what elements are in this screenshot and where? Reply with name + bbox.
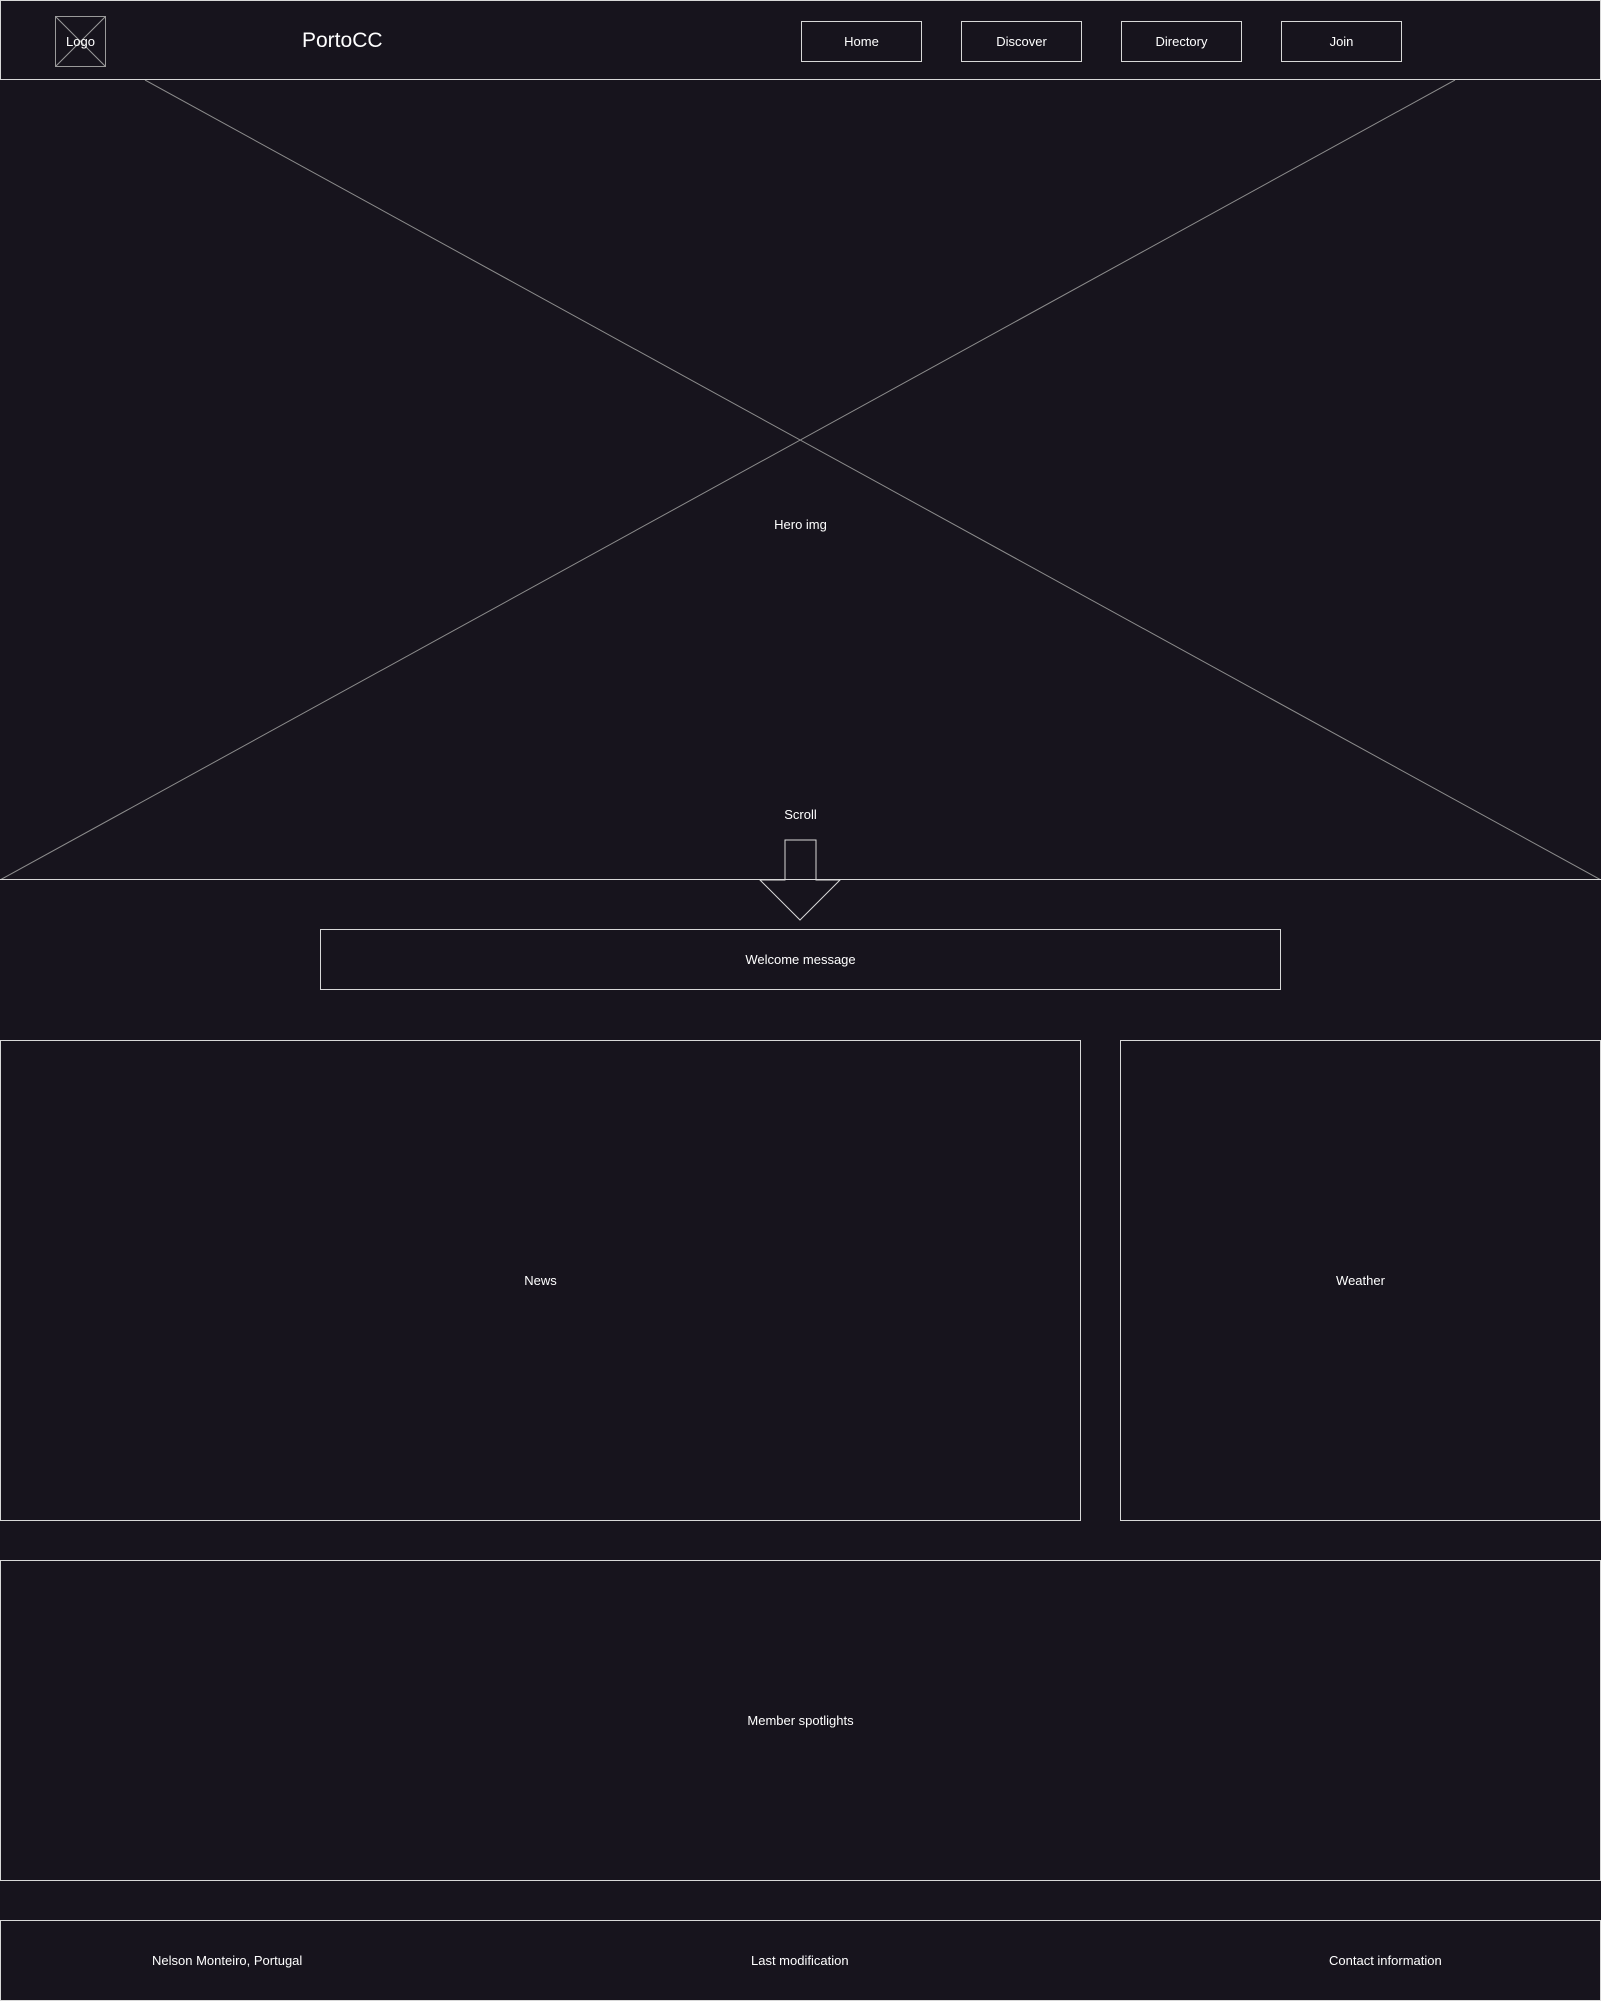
site-footer: Nelson Monteiro, Portugal Last modificat… [0,1920,1601,2001]
logo[interactable]: Logo [55,16,106,67]
site-name: PortoCC [302,29,383,52]
weather-label: Weather [1336,1273,1385,1288]
arrow-down-icon[interactable] [759,839,841,921]
footer-author: Nelson Monteiro, Portugal [152,1953,303,1968]
member-spotlights-label: Member spotlights [747,1713,854,1728]
footer-contact-information[interactable]: Contact information [1329,1953,1442,1968]
nav-join-button[interactable]: Join [1281,21,1402,62]
weather-section: Weather [1120,1040,1601,1521]
nav-home-button[interactable]: Home [801,21,922,62]
hero-image: Hero img Scroll [0,80,1601,921]
footer-last-modification: Last modification [751,1953,849,1968]
scroll-label: Scroll [784,807,817,822]
welcome-message-label: Welcome message [745,952,856,967]
news-section: News [0,1040,1081,1521]
welcome-message: Welcome message [320,929,1281,990]
hero-label: Hero img [774,517,827,532]
nav-discover-button[interactable]: Discover [961,21,1082,62]
site-header: Logo PortoCC Home Discover Directory Joi… [0,0,1601,80]
news-label: News [524,1273,557,1288]
nav-directory-button[interactable]: Directory [1121,21,1242,62]
logo-label: Logo [66,34,95,49]
hero-placeholder-icon [0,80,1601,880]
member-spotlights-section: Member spotlights [0,1560,1601,1881]
hero-divider [0,879,1601,880]
